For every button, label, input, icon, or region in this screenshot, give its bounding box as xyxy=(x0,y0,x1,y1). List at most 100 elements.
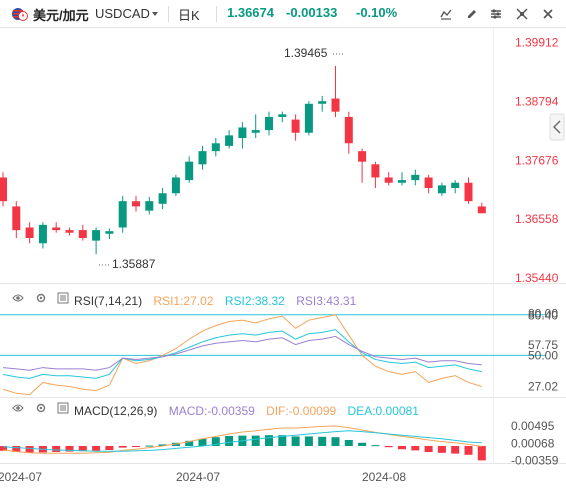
symbol-code[interactable]: USDCAD xyxy=(95,6,150,21)
candle-body xyxy=(358,151,367,162)
rsi-line-rsi3 xyxy=(2,335,482,371)
macd-histogram-bar xyxy=(451,446,460,454)
macd-histogram-bar xyxy=(464,446,473,455)
candle-body xyxy=(118,201,127,228)
macd-legend: MACD(12,26,9) MACD:-0.00359 DIF:-0.00099… xyxy=(12,402,419,418)
candle-body xyxy=(158,193,167,204)
time-axis-label: 2024-07 xyxy=(0,470,42,484)
candle-body xyxy=(464,182,473,202)
gear-icon[interactable] xyxy=(35,402,47,414)
candle-body xyxy=(398,180,406,183)
candle-body xyxy=(265,116,273,131)
crosshair-icon xyxy=(516,8,528,20)
high-price-label: 1.39465 xyxy=(284,46,328,60)
candle-body xyxy=(238,127,247,138)
candle-body xyxy=(0,177,7,202)
rsi-axis-label: 50.00 xyxy=(528,348,558,362)
indicator-list-icon[interactable] xyxy=(57,292,69,304)
candle-body xyxy=(318,101,327,104)
macd-histogram-bar xyxy=(384,446,393,448)
fullscreen-button[interactable] xyxy=(538,4,558,24)
macd-histogram-bar xyxy=(424,446,433,452)
candle-body xyxy=(225,135,234,146)
candle-body xyxy=(132,201,140,207)
dea-value: DEA:0.00081 xyxy=(347,403,419,418)
indicator-list-icon[interactable] xyxy=(57,402,69,414)
rsi3-value: RSI3:43.31 xyxy=(296,293,357,308)
candle-body xyxy=(411,174,420,181)
candle-body xyxy=(92,230,101,241)
symbol-name[interactable]: 美元/加元 xyxy=(33,5,89,24)
macd-histogram-bar xyxy=(118,446,127,448)
price-axis-tick: 1.39912 xyxy=(515,36,559,50)
macd-histogram-bar xyxy=(318,436,327,446)
chart-header: 美元/加元 USDCAD 日K 1.36674 -0.00133 -0.10% xyxy=(0,0,566,28)
macd-histogram-bar xyxy=(105,446,114,450)
price-axis-tick: 1.36558 xyxy=(515,212,559,226)
candle-body xyxy=(451,182,460,188)
side-panel-toggle[interactable] xyxy=(549,113,565,141)
chart-area[interactable]: 1.39912 1.38794 1.37676 1.36558 1.35440 80.00… xyxy=(0,28,566,492)
chart-canvas[interactable]: 1.399121.387941.376761.365581.3544080.00… xyxy=(0,28,566,492)
gear-icon[interactable] xyxy=(35,292,47,304)
macd-histogram-bar xyxy=(398,446,406,450)
candle-body xyxy=(185,161,194,181)
candle-body xyxy=(12,206,21,231)
eye-icon[interactable] xyxy=(12,292,24,304)
candle-body xyxy=(477,206,486,214)
candle-body xyxy=(384,177,393,183)
macd-dea-line xyxy=(2,430,482,452)
macd-histogram-bar xyxy=(265,435,273,446)
eye-icon[interactable] xyxy=(12,402,24,414)
rsi-line-rsi2 xyxy=(2,329,482,379)
candle-body xyxy=(171,177,180,194)
macd-histogram-bar xyxy=(358,442,367,446)
pencil-icon xyxy=(468,10,476,18)
candle-body xyxy=(38,224,47,244)
candle-body xyxy=(304,103,313,133)
rsi1-value: RSI1:27.02 xyxy=(153,293,214,308)
candle-body xyxy=(437,185,446,194)
candle-body xyxy=(251,130,260,133)
macd-value: MACD:-0.00359 xyxy=(168,403,255,418)
macd-histogram-bar xyxy=(145,445,154,447)
header-divider xyxy=(168,6,169,22)
macd-pane xyxy=(0,425,486,461)
candle-body xyxy=(424,177,433,188)
macd-axis-label: 0.00495 xyxy=(511,419,555,433)
macd-histogram-bar xyxy=(477,446,486,461)
candle-body xyxy=(65,230,74,233)
price-axis-tick: 1.38794 xyxy=(515,94,559,108)
interval-selector[interactable]: 日K xyxy=(178,5,200,24)
macd-histogram-bar xyxy=(52,446,61,452)
rsi2-value: RSI2:38.32 xyxy=(224,293,285,308)
candle-body xyxy=(25,227,34,238)
settings-button[interactable] xyxy=(486,4,506,24)
macd-histogram-bar xyxy=(371,445,380,447)
time-axis-label: 2024-08 xyxy=(362,470,406,484)
macd-histogram-bar xyxy=(92,446,101,451)
macd-axis-label: -0.00359 xyxy=(511,453,559,467)
indicator-button[interactable] xyxy=(436,4,456,24)
macd-axis-label: 0.00068 xyxy=(511,436,555,450)
macd-histogram-bar xyxy=(331,437,340,446)
symbol-dropdown-caret-icon[interactable] xyxy=(152,12,158,16)
candle-body xyxy=(344,116,353,144)
candle-body xyxy=(52,227,61,231)
rsi-axis-label: 80.40 xyxy=(528,309,558,323)
rsi-line-rsi1 xyxy=(2,314,482,396)
macd-title[interactable]: MACD(12,26,9) xyxy=(74,404,157,418)
candle-body xyxy=(278,114,287,117)
draw-button[interactable] xyxy=(462,4,482,24)
header-divider xyxy=(216,6,217,22)
rsi-title[interactable]: RSI(7,14,21) xyxy=(74,294,142,308)
macd-histogram-bar xyxy=(437,446,446,453)
macd-histogram-bar xyxy=(304,436,313,446)
price-axis-tick: 1.37676 xyxy=(515,153,559,167)
price-change: -0.00133 xyxy=(286,5,338,20)
crosshair-button[interactable] xyxy=(512,4,532,24)
last-price: 1.36674 xyxy=(227,5,274,20)
close-icon xyxy=(543,9,553,19)
candle-body xyxy=(211,143,220,152)
macd-histogram-bar xyxy=(25,446,34,453)
